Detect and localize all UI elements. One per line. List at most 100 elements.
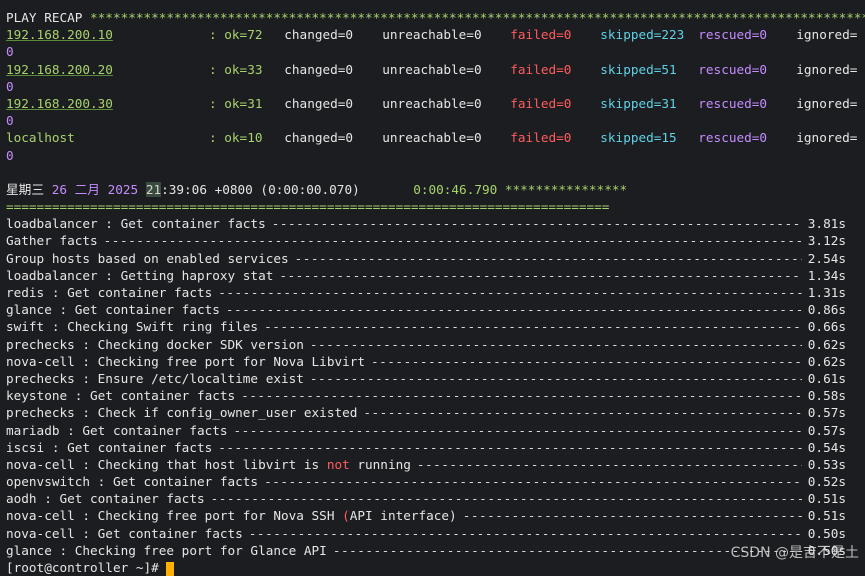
recap-wrap: 0: [6, 112, 865, 129]
task-duration: 0.54s: [807, 439, 846, 455]
task-name: nova-cell : Get container facts: [6, 525, 243, 541]
changed-count: changed=0: [284, 130, 354, 146]
failed-count: failed=0: [510, 95, 572, 111]
task-name: loadbalancer : Get container facts: [6, 216, 266, 232]
cursor: [166, 561, 175, 576]
task-timing-list: loadbalancer : Get container facts ------…: [6, 215, 865, 559]
task-row: glance : Get container facts ------------…: [6, 301, 846, 318]
ignored-count: ignored=: [796, 61, 858, 77]
task-leader: ----------------------------------------…: [218, 285, 802, 300]
recap-host-row: localhost: ok=10 changed=0 unreachable=0 fa…: [6, 130, 858, 146]
hour-highlight: 21: [145, 181, 162, 197]
ignored-value: 0: [6, 44, 14, 60]
task-duration: 0.66s: [807, 319, 846, 335]
unreachable-count: unreachable=0: [382, 95, 482, 111]
task-name-part: nova-cell : Checking that host libvirt i…: [6, 456, 327, 472]
recap-stars: ****************************************…: [90, 10, 865, 25]
task-name: redis : Get container facts: [6, 285, 213, 300]
task-row: prechecks : Ensure /etc/localtime exist -…: [6, 370, 846, 387]
task-name-highlight: (: [342, 508, 350, 524]
task-duration: 0.50s: [807, 525, 846, 541]
ignored-value: 0: [6, 78, 14, 94]
changed-count: changed=0: [284, 61, 354, 77]
elapsed-time: 0:00:46.790: [413, 181, 498, 197]
task-duration: 2.54s: [807, 250, 846, 266]
unreachable-count: unreachable=0: [382, 130, 482, 146]
task-leader: ----------------------------------------…: [248, 525, 802, 541]
task-leader: ----------------------------------------…: [225, 302, 802, 318]
task-duration: 3.81s: [807, 216, 846, 232]
timing-stars: ****************: [504, 181, 628, 197]
task-name-part: API interface): [349, 508, 457, 524]
day: 26: [51, 181, 67, 197]
ignored-count: ignored=: [796, 27, 858, 43]
task-leader: ----------------------------------------…: [416, 456, 802, 472]
ignored-count: ignored=: [796, 130, 858, 146]
task-name: openvswitch : Get container facts: [6, 474, 259, 490]
task-leader: ----------------------------------------…: [264, 319, 802, 335]
task-leader: ----------------------------------------…: [309, 370, 802, 386]
recap-wrap: 0: [6, 78, 865, 95]
recap-header: PLAY RECAP *****************************…: [6, 9, 865, 26]
year: 2025: [107, 181, 139, 197]
changed-count: changed=0: [284, 27, 354, 43]
host-link[interactable]: 192.168.200.20: [6, 61, 209, 78]
task-row: nova-cell : Checking that host libvirt i…: [6, 456, 846, 473]
task-row: loadbalancer : Get container facts ------…: [6, 215, 846, 232]
recap-wrap: 0: [6, 147, 865, 164]
skipped-count: skipped=223: [600, 27, 685, 43]
task-row: redis : Get container facts -------------…: [6, 284, 846, 301]
task-name: nova-cell : Checking free port for Nova …: [6, 353, 366, 369]
task-duration: 1.31s: [807, 285, 846, 300]
task-leader: ----------------------------------------…: [233, 422, 802, 438]
task-name: prechecks : Check if config_owner_user e…: [6, 405, 358, 421]
skipped-count: skipped=15: [600, 130, 677, 146]
failed-count: failed=0: [510, 130, 572, 146]
terminal-output: PLAY RECAP *****************************…: [6, 9, 865, 576]
host-link[interactable]: 192.168.200.30: [6, 95, 209, 112]
failed-count: failed=0: [510, 61, 572, 77]
recap-wrap: 0: [6, 43, 865, 60]
task-duration: 0.51s: [807, 508, 846, 524]
task-leader: ----------------------------------------…: [363, 405, 802, 421]
task-duration: 3.12s: [807, 233, 846, 249]
task-row: iscsi : Get container facts -------------…: [6, 439, 846, 456]
task-name: Gather facts: [6, 233, 98, 249]
task-row: nova-cell : Checking free port for Nova …: [6, 353, 846, 370]
unreachable-count: unreachable=0: [382, 27, 482, 43]
host-link[interactable]: 192.168.200.10: [6, 26, 209, 43]
task-leader: ----------------------------------------…: [371, 353, 802, 369]
skipped-count: skipped=51: [600, 61, 677, 77]
task-name-part: nova-cell : Checking free port for Nova …: [6, 508, 343, 524]
failed-count: failed=0: [510, 27, 572, 43]
separator-line: ========================================…: [6, 199, 610, 215]
task-row: nova-cell : Checking free port for Nova …: [6, 507, 846, 524]
task-name: keystone : Get container facts: [6, 388, 236, 404]
task-row: aodh : Get container facts --------------…: [6, 490, 846, 507]
task-row: prechecks : Checking docker SDK version -…: [6, 336, 846, 353]
unreachable-count: unreachable=0: [382, 61, 482, 77]
task-leader: ----------------------------------------…: [210, 491, 802, 507]
ok-count: ok=31: [224, 95, 263, 111]
task-leader: ----------------------------------------…: [462, 508, 802, 524]
task-duration: 0.62s: [807, 336, 846, 352]
task-duration: 0.57s: [807, 422, 846, 438]
separator: ========================================…: [6, 198, 865, 215]
task-duration: 0.62s: [807, 353, 846, 369]
task-leader: ----------------------------------------…: [279, 267, 801, 283]
task-row: prechecks : Check if config_owner_user e…: [6, 404, 846, 421]
rescued-count: rescued=0: [698, 61, 768, 77]
task-name: glance : Get container facts: [6, 302, 220, 318]
task-leader: ----------------------------------------…: [218, 439, 802, 455]
rescued-count: rescued=0: [698, 95, 768, 111]
recap-host-row: 192.168.200.20: ok=33 changed=0 unreachabl…: [6, 61, 858, 78]
task-leader: ----------------------------------------…: [241, 388, 802, 404]
rescued-count: rescued=0: [698, 27, 768, 43]
ok-count: ok=33: [224, 61, 263, 77]
task-row: mariadb : Get container facts -----------…: [6, 422, 846, 439]
recap-title: PLAY RECAP: [6, 10, 83, 25]
task-leader: ----------------------------------------…: [264, 474, 802, 490]
task-duration: 0.86s: [807, 302, 846, 318]
watermark: CSDN @是吉不是土: [730, 545, 859, 561]
